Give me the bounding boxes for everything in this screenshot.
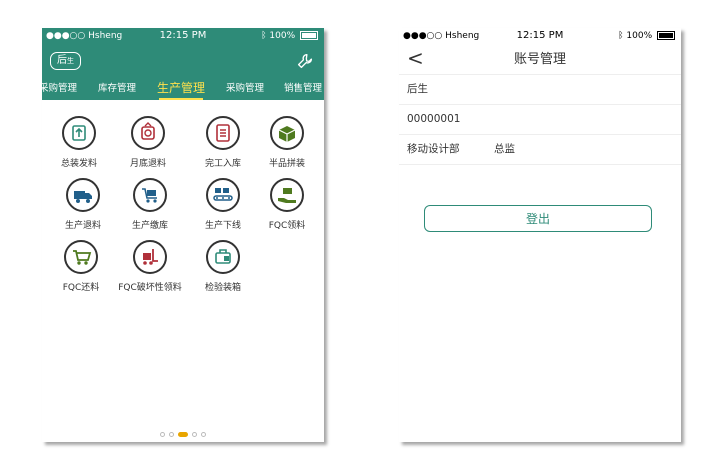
grid-item-fqc-destructive-pick[interactable]: FQC破坏性领料 bbox=[115, 240, 185, 293]
package-check-icon bbox=[206, 240, 240, 274]
battery-icon bbox=[300, 31, 318, 40]
clipboard-list-icon bbox=[206, 116, 240, 150]
user-initial: 后 bbox=[57, 55, 67, 66]
module-tabs: 采购管理 库存管理 生产管理 采购管理 销售管理 bbox=[42, 80, 324, 100]
home-screen: ●●●○○ Hsheng 12:15 PM ᛒ 100% 后生 采购管理 库存管… bbox=[42, 28, 324, 442]
forklift-icon bbox=[133, 240, 167, 274]
hand-receive-icon bbox=[270, 178, 304, 212]
tab-sales[interactable]: 销售管理 bbox=[284, 80, 322, 98]
grid-item-semi-assembly[interactable]: 半品拼装 bbox=[252, 116, 322, 169]
grid-item-label: 总装发料 bbox=[60, 159, 97, 169]
grid-item-label: 月底退料 bbox=[129, 159, 166, 169]
tab-production[interactable]: 生产管理 bbox=[157, 79, 205, 97]
page-title: 账号管理 bbox=[513, 52, 566, 67]
grid-item-completion-stock-in[interactable]: 完工入库 bbox=[188, 116, 258, 169]
page-dot[interactable] bbox=[201, 432, 206, 437]
tab-inventory[interactable]: 库存管理 bbox=[98, 80, 136, 98]
id-row: 00000001 bbox=[399, 104, 681, 135]
user-position: 总监 bbox=[494, 143, 515, 155]
grid-item-label: 检验装箱 bbox=[204, 283, 241, 293]
grid-item-inspection-packing[interactable]: 检验装箱 bbox=[188, 240, 258, 293]
grid-item-production-stock-in[interactable]: 生产缴库 bbox=[115, 178, 185, 231]
status-bar: ●●●○○ Hsheng 12:15 PM ᛒ 100% bbox=[399, 28, 681, 44]
grid-item-production-offline[interactable]: 生产下线 bbox=[188, 178, 258, 231]
upload-box-icon bbox=[62, 116, 96, 150]
return-material-icon bbox=[131, 116, 165, 150]
cart-return-icon bbox=[64, 240, 98, 274]
page-dot[interactable] bbox=[169, 432, 174, 437]
battery-indicator: ᛒ 100% bbox=[618, 31, 675, 41]
page-dot[interactable] bbox=[160, 432, 165, 437]
app-header: ●●●○○ Hsheng 12:15 PM ᛒ 100% 后生 采购管理 库存管… bbox=[42, 28, 324, 100]
grid-item-label: 半品拼装 bbox=[268, 159, 305, 169]
conveyor-icon bbox=[206, 178, 240, 212]
battery-percent: 100% bbox=[626, 31, 653, 41]
account-screen: ●●●○○ Hsheng 12:15 PM ᛒ 100% < 账号管理 后生 0… bbox=[399, 28, 681, 442]
user-id: 00000001 bbox=[407, 113, 461, 125]
battery-percent: 100% bbox=[269, 31, 296, 41]
page-indicator bbox=[42, 432, 324, 437]
grid-item-label: FQC领料 bbox=[268, 221, 306, 231]
grid-item-label: 完工入库 bbox=[204, 159, 241, 169]
battery-indicator: ᛒ 100% bbox=[261, 31, 318, 41]
open-box-icon bbox=[270, 116, 304, 150]
user-button[interactable]: 后生 bbox=[50, 52, 81, 70]
grid-item-label: FQC还料 bbox=[62, 283, 100, 293]
grid-item-month-end-return[interactable]: 月底退料 bbox=[113, 116, 183, 169]
grid-item-label: 生产缴库 bbox=[131, 221, 168, 231]
grid-item-production-return[interactable]: 生产退料 bbox=[48, 178, 118, 231]
wrench-icon[interactable] bbox=[296, 52, 314, 70]
battery-icon bbox=[657, 31, 675, 40]
user-initial-sub: 生 bbox=[67, 57, 74, 65]
user-department: 移动设计部 bbox=[407, 143, 460, 155]
grid-item-fqc-return[interactable]: FQC还料 bbox=[46, 240, 116, 293]
tab-purchase-2[interactable]: 采购管理 bbox=[226, 80, 264, 98]
grid-item-label: 生产下线 bbox=[204, 221, 241, 231]
user-name: 后生 bbox=[407, 83, 428, 95]
bluetooth-icon: ᛒ bbox=[618, 31, 624, 41]
page-dot[interactable] bbox=[192, 432, 197, 437]
cart-icon bbox=[133, 178, 167, 212]
bluetooth-icon: ᛒ bbox=[261, 31, 267, 41]
grid-item-label: FQC破坏性领料 bbox=[118, 283, 182, 293]
active-tab-indicator bbox=[159, 98, 203, 100]
nav-bar: < 账号管理 bbox=[399, 44, 681, 75]
grid-item-label: 生产退料 bbox=[64, 221, 101, 231]
grid-item-fqc-pick[interactable]: FQC领料 bbox=[252, 178, 322, 231]
tab-purchase[interactable]: 采购管理 bbox=[42, 80, 77, 98]
department-row: 移动设计部 总监 bbox=[399, 134, 681, 165]
truck-icon bbox=[66, 178, 100, 212]
name-row: 后生 bbox=[399, 74, 681, 105]
page-dot-active[interactable] bbox=[178, 432, 188, 437]
grid-item-assembly-issue[interactable]: 总装发料 bbox=[44, 116, 114, 169]
status-bar: ●●●○○ Hsheng 12:15 PM ᛒ 100% bbox=[42, 28, 324, 44]
logout-button[interactable]: 登出 bbox=[424, 205, 652, 232]
